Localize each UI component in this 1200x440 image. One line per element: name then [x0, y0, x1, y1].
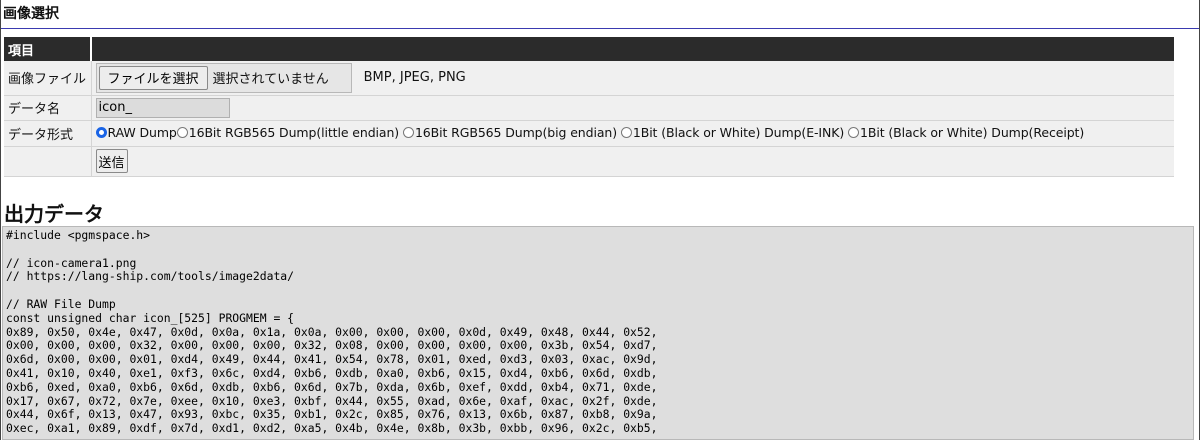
supported-formats: BMP, JPEG, PNG	[363, 70, 466, 86]
format-option-raw-label: RAW Dump	[107, 125, 177, 140]
data-name-row: データ名	[4, 95, 1174, 121]
section-title: 画像選択	[1, 0, 1199, 29]
format-option-rgb565-big[interactable]: 16Bit RGB565 Dump(big endian)	[402, 125, 617, 140]
data-format-row: データ形式 RAW Dump 16Bit RGB565 Dump(little e…	[4, 120, 1174, 147]
submit-label-cell	[4, 146, 92, 177]
choose-file-button[interactable]: ファイルを選択	[98, 65, 208, 90]
radio-rgb565-big[interactable]	[402, 127, 414, 138]
data-name-label: データ名	[4, 95, 92, 121]
submit-row: 送信	[4, 146, 1174, 177]
table-header-row: 項目	[4, 37, 1174, 61]
output-title: 出力データ	[4, 202, 104, 226]
data-format-label: データ形式	[4, 120, 92, 147]
radio-raw[interactable]	[95, 127, 107, 138]
header-item: 項目	[4, 37, 92, 61]
image-file-row: 画像ファイル ファイルを選択 選択されていません BMP, JPEG, PNG	[4, 61, 1174, 96]
format-option-rgb565-big-label: 16Bit RGB565 Dump(big endian)	[414, 125, 617, 140]
format-option-1bit-receipt[interactable]: 1Bit (Black or White) Dump(Receipt)	[848, 125, 1084, 140]
format-option-rgb565-little[interactable]: 16Bit RGB565 Dump(little endian)	[176, 125, 400, 140]
file-input[interactable]: ファイルを選択 選択されていません	[95, 62, 352, 93]
data-name-input[interactable]	[95, 97, 230, 118]
format-option-rgb565-little-label: 16Bit RGB565 Dump(little endian)	[188, 125, 400, 140]
image-file-label: 画像ファイル	[4, 61, 92, 96]
format-option-raw[interactable]: RAW Dump	[95, 125, 177, 140]
output-textarea[interactable]: #include <pgmspace.h> // icon-camera1.pn…	[2, 226, 1194, 440]
file-status: 選択されていません	[212, 72, 329, 88]
format-option-1bit-eink-label: 1Bit (Black or White) Dump(E-INK)	[632, 125, 845, 140]
radio-1bit-eink[interactable]	[620, 127, 632, 138]
radio-rgb565-little[interactable]	[176, 127, 188, 138]
format-option-1bit-eink[interactable]: 1Bit (Black or White) Dump(E-INK)	[620, 125, 845, 140]
image-select-form: 項目 画像ファイル ファイルを選択 選択されていません BMP, JPEG, P…	[4, 37, 1174, 177]
submit-button[interactable]: 送信	[95, 149, 128, 173]
header-value	[91, 37, 1174, 61]
format-option-1bit-receipt-label: 1Bit (Black or White) Dump(Receipt)	[860, 125, 1085, 140]
format-options: RAW Dump 16Bit RGB565 Dump(little endian)…	[91, 120, 1174, 147]
radio-1bit-receipt[interactable]	[848, 127, 859, 138]
